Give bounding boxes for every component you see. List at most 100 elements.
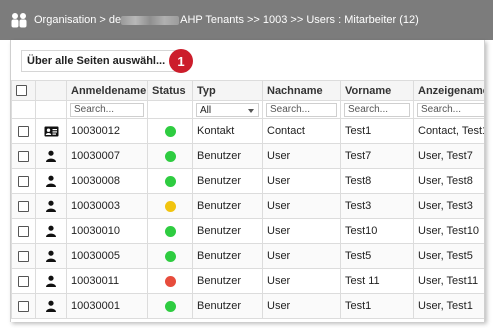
table-row[interactable]: 10030011 Benutzer User Test 11 User, Test11 [11, 268, 484, 294]
cell-status [147, 143, 193, 169]
column-header-login[interactable]: Anmeldename [66, 80, 148, 101]
status-indicator [164, 300, 176, 312]
header-row: Anmeldename Status Typ Nachname Vorname … [11, 80, 484, 101]
table-row[interactable]: 10030001 Benutzer User Test1 User, Test1 [11, 293, 484, 319]
select-all-pages-dropdown[interactable]: Über alle Seiten auswähl... [21, 50, 187, 72]
type-filter-dropdown[interactable]: All [196, 102, 259, 117]
row-type-icon-cell [35, 293, 67, 319]
row-select-cell [11, 168, 36, 194]
row-checkbox[interactable] [18, 225, 29, 237]
cell-displayname: User, Test11 [413, 268, 484, 294]
cell-firstname: Test7 [340, 143, 414, 169]
icon-column-header [35, 80, 67, 101]
row-type-icon-cell [35, 168, 67, 194]
select-all-checkbox[interactable] [16, 85, 27, 97]
column-header-lastname[interactable]: Nachname [262, 80, 341, 101]
status-indicator [164, 150, 176, 162]
firstname-search-input[interactable] [344, 102, 410, 117]
user-icon [45, 250, 57, 263]
status-indicator [164, 225, 176, 237]
table-row[interactable]: 10030008 Benutzer User Test8 User, Test8 [11, 168, 484, 194]
filter-cell-status [147, 100, 193, 119]
user-icon [45, 150, 57, 163]
redacted-text [121, 15, 180, 25]
cell-type: Benutzer [192, 243, 263, 269]
table-row[interactable]: 10030007 Benutzer User Test7 User, Test7 [11, 143, 484, 169]
row-type-icon-cell [35, 118, 67, 144]
callout-badge: 1 [169, 49, 193, 73]
row-type-icon-cell [35, 268, 67, 294]
cell-firstname: Test10 [340, 218, 414, 244]
cell-login: 10030011 [66, 268, 148, 294]
user-icon [45, 225, 57, 238]
row-select-cell [11, 268, 36, 294]
cell-type: Benutzer [192, 293, 263, 319]
cell-firstname: Test8 [340, 168, 414, 194]
title-bar: Organisation > de AHP Tenants >> 1003 >> … [0, 0, 493, 40]
cell-lastname: User [262, 143, 341, 169]
cell-status [147, 193, 193, 219]
row-type-icon-cell [35, 218, 67, 244]
cell-login: 10030008 [66, 168, 148, 194]
user-list-panel: Über alle Seiten auswähl... 1 Anmeldenam… [10, 40, 485, 322]
cell-login: 10030012 [66, 118, 148, 144]
cell-displayname: User, Test5 [413, 243, 484, 269]
user-icon [45, 200, 57, 213]
status-indicator [164, 250, 176, 262]
filter-cell-empty [11, 100, 36, 119]
status-indicator [164, 200, 176, 212]
table-row[interactable]: 10030003 Benutzer User Test3 User, Test3 [11, 193, 484, 219]
cell-login: 10030010 [66, 218, 148, 244]
column-header-type[interactable]: Typ [192, 80, 263, 101]
cell-lastname: User [262, 193, 341, 219]
status-indicator [164, 125, 176, 137]
cell-status [147, 168, 193, 194]
column-header-status[interactable]: Status [147, 80, 193, 101]
cell-displayname: User, Test1 [413, 293, 484, 319]
table-row[interactable]: 10030012 Kontakt Contact Test1 Contact, Test… [11, 118, 484, 144]
cell-type: Kontakt [192, 118, 263, 144]
cell-login: 10030007 [66, 143, 148, 169]
row-checkbox[interactable] [18, 175, 29, 187]
row-select-cell [11, 218, 36, 244]
row-checkbox[interactable] [18, 250, 29, 262]
cell-displayname: User, Test7 [413, 143, 484, 169]
filter-cell-login [66, 100, 148, 119]
cell-displayname: User, Test3 [413, 193, 484, 219]
cell-lastname: User [262, 293, 341, 319]
row-type-icon-cell [35, 243, 67, 269]
table-row[interactable]: 10030005 Benutzer User Test5 User, Test5 [11, 243, 484, 269]
row-select-cell [11, 143, 36, 169]
breadcrumb-end: AHP Tenants >> 1003 >> Users : Mitarbeit… [180, 14, 419, 26]
filter-cell-lastname [262, 100, 341, 119]
lastname-search-input[interactable] [266, 102, 337, 117]
cell-login: 10030005 [66, 243, 148, 269]
row-checkbox[interactable] [18, 275, 29, 287]
row-checkbox[interactable] [18, 125, 29, 137]
cell-lastname: User [262, 243, 341, 269]
filter-cell-type: All [192, 100, 263, 119]
row-select-cell [11, 118, 36, 144]
select-all-cell [11, 80, 36, 101]
row-checkbox[interactable] [18, 300, 29, 312]
displayname-search-input[interactable] [417, 102, 484, 117]
login-search-input[interactable] [70, 102, 144, 117]
column-header-displayname[interactable]: Anzeigename [413, 80, 484, 101]
filter-row: All [11, 100, 484, 119]
user-icon [45, 275, 57, 288]
cell-firstname: Test5 [340, 243, 414, 269]
row-checkbox[interactable] [18, 150, 29, 162]
cell-firstname: Test3 [340, 193, 414, 219]
row-checkbox[interactable] [18, 200, 29, 212]
column-header-firstname[interactable]: Vorname [340, 80, 414, 101]
table-row[interactable]: 10030010 Benutzer User Test10 User, Test10 [11, 218, 484, 244]
cell-displayname: Contact, Test1 [413, 118, 484, 144]
cell-type: Benutzer [192, 168, 263, 194]
cell-lastname: User [262, 218, 341, 244]
row-select-cell [11, 293, 36, 319]
cell-firstname: Test 11 [340, 268, 414, 294]
type-filter-value: All [200, 104, 212, 116]
status-indicator [164, 275, 176, 287]
cell-displayname: User, Test8 [413, 168, 484, 194]
breadcrumb: Organisation > de AHP Tenants >> 1003 >> … [34, 14, 419, 26]
